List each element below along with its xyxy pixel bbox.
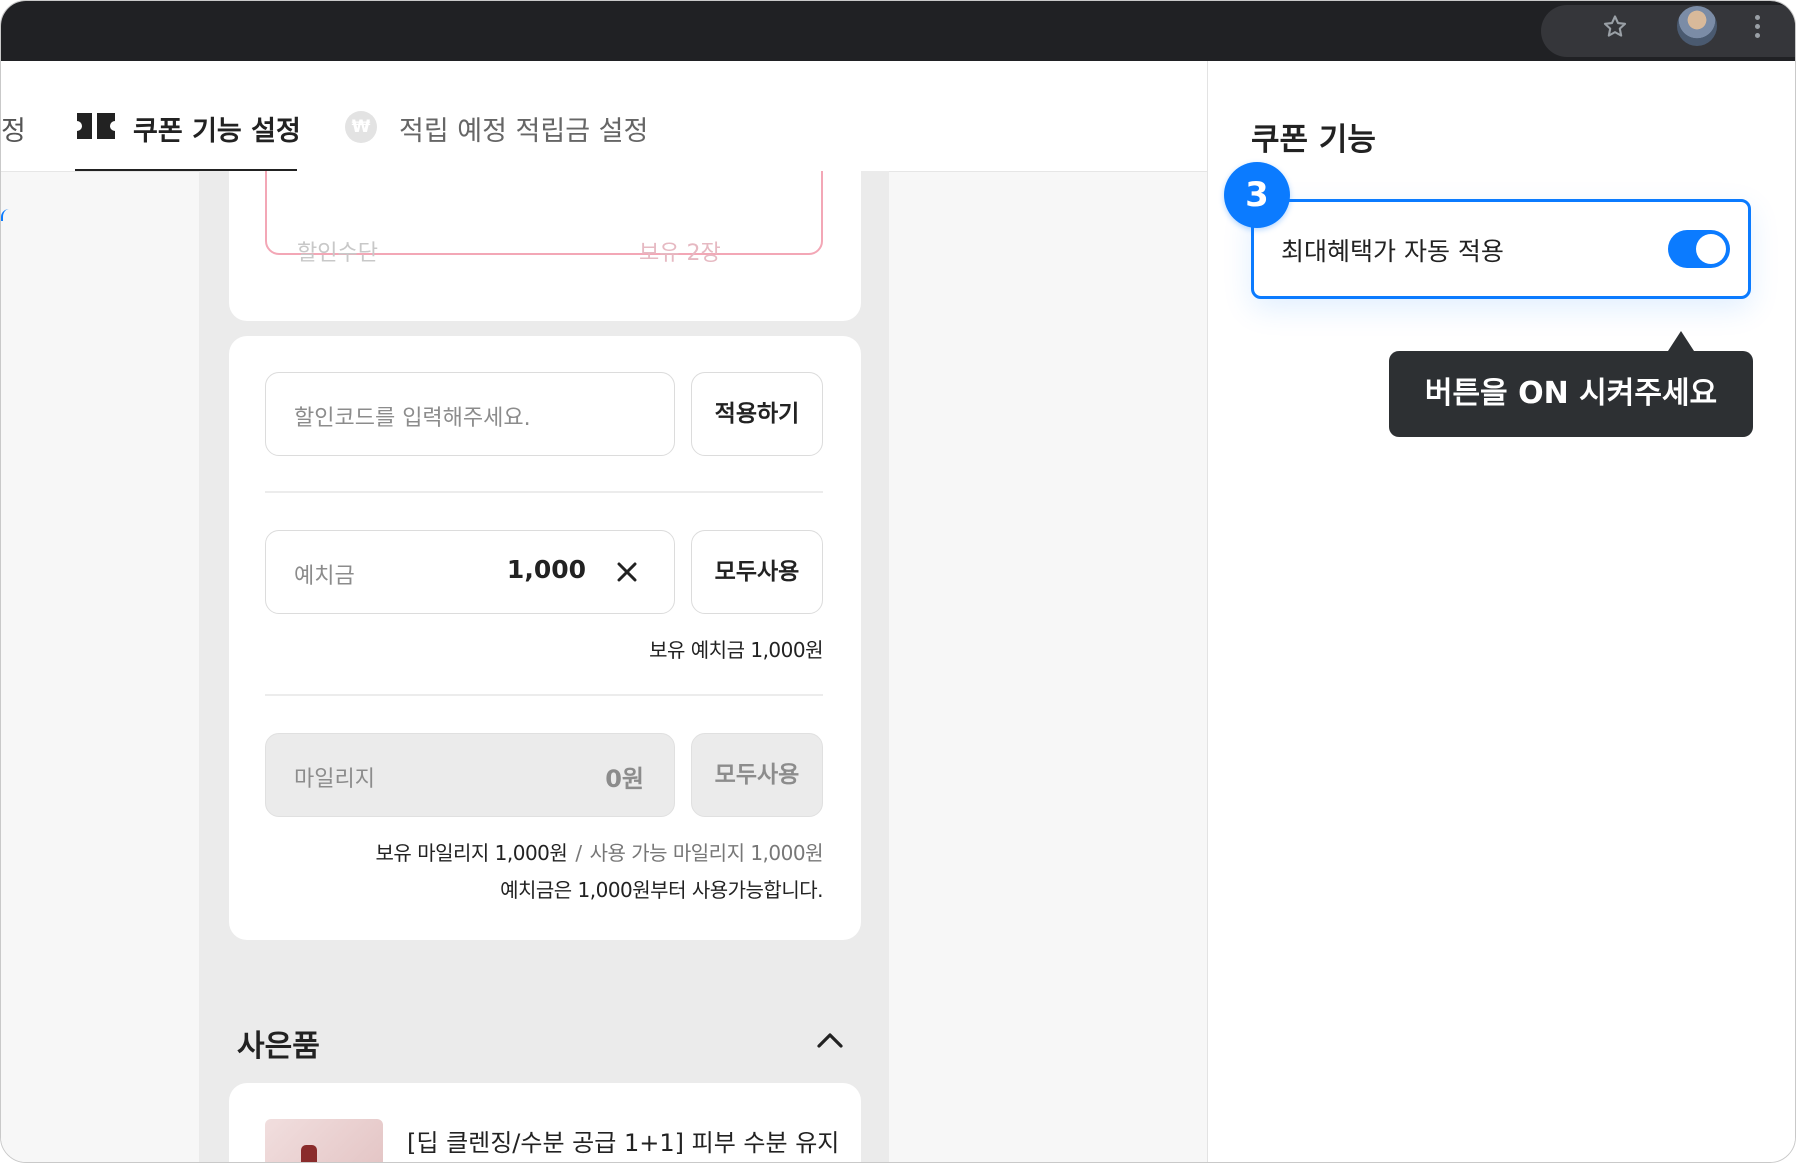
bookmark-star-icon[interactable] bbox=[1601, 13, 1629, 41]
payment-method-card: 할인수단 보유 2장 bbox=[229, 171, 861, 321]
coupon-feature-title: 쿠폰 기능 bbox=[1251, 122, 1376, 158]
mileage-min-note: 예치금은 1,000원부터 사용가능합니다. bbox=[500, 878, 823, 902]
guide-tooltip: 버튼을 ON 시켜주세요 bbox=[1389, 351, 1753, 437]
clear-icon[interactable] bbox=[616, 561, 638, 583]
auto-apply-toggle[interactable] bbox=[1668, 230, 1730, 268]
mileage-use-all-button[interactable]: 모두사용 bbox=[691, 733, 823, 817]
mileage-separator: / bbox=[575, 841, 582, 865]
payment-method-label: 할인수단 bbox=[297, 241, 378, 266]
mileage-value: 0원 bbox=[605, 765, 644, 793]
gift-item-card: [딥 클렌징/수분 공급 1+1] 피부 수분 유지 bbox=[229, 1083, 861, 1162]
tab-points-settings[interactable]: 적립 예정 적립금 설정 bbox=[399, 109, 648, 148]
mileage-label: 마일리지 bbox=[294, 767, 375, 792]
deposit-balance-note: 보유 예치금 1,000원 bbox=[649, 638, 823, 662]
step-number-badge: 3 bbox=[1224, 162, 1290, 228]
deposit-use-all-button[interactable]: 모두사용 bbox=[691, 530, 823, 614]
divider bbox=[265, 491, 823, 493]
chevron-up-icon[interactable] bbox=[815, 1026, 845, 1056]
gift-product-name: [딥 클렌징/수분 공급 1+1] 피부 수분 유지 bbox=[407, 1129, 840, 1157]
tooltip-arrow bbox=[1668, 331, 1694, 351]
browser-toolbar bbox=[1, 1, 1795, 61]
divider bbox=[265, 694, 823, 696]
mileage-input[interactable]: 마일리지 0원 bbox=[265, 733, 675, 817]
focus-indicator bbox=[1, 209, 9, 221]
profile-avatar[interactable] bbox=[1677, 6, 1717, 46]
discount-code-input[interactable]: 할인코드를 입력해주세요. bbox=[265, 372, 675, 456]
payment-method-count: 보유 2장 bbox=[639, 241, 721, 266]
apply-code-button[interactable]: 적용하기 bbox=[691, 372, 823, 456]
deposit-value: 1,000 bbox=[506, 555, 586, 584]
mileage-available: 사용 가능 마일리지 1,000원 bbox=[589, 841, 824, 865]
coupon-feature-panel: 쿠폰 기능 3 최대혜택가 자동 적용 버튼을 ON 시켜주세요 bbox=[1208, 61, 1795, 1162]
browser-window: 정 쿠폰 기능 설정 ₩ 적립 예정 적립금 설정 할인수단 보유 2장 할인코… bbox=[0, 0, 1796, 1163]
won-icon: ₩ bbox=[345, 111, 377, 143]
settings-preview-area: 정 쿠폰 기능 설정 ₩ 적립 예정 적립금 설정 할인수단 보유 2장 할인코… bbox=[1, 61, 1207, 1162]
deposit-input[interactable]: 예치금 1,000 bbox=[265, 530, 675, 614]
mileage-balance-note: 보유 마일리지 1,000원 / 사용 가능 마일리지 1,000원 bbox=[375, 837, 824, 866]
more-menu-icon[interactable] bbox=[1753, 15, 1761, 41]
auto-apply-setting: 최대혜택가 자동 적용 bbox=[1251, 199, 1751, 299]
auto-apply-label: 최대혜택가 자동 적용 bbox=[1281, 237, 1504, 266]
ticket-icon bbox=[77, 113, 115, 139]
tab-coupon-settings[interactable]: 쿠폰 기능 설정 bbox=[75, 61, 301, 171]
tab-coupon-label: 쿠폰 기능 설정 bbox=[133, 116, 301, 147]
mileage-held: 보유 마일리지 1,000원 bbox=[375, 841, 568, 865]
gift-product-thumbnail bbox=[265, 1119, 383, 1162]
gift-section-title: 사은품 bbox=[237, 1029, 320, 1064]
settings-tab-bar: 정 쿠폰 기능 설정 ₩ 적립 예정 적립금 설정 bbox=[1, 61, 1207, 172]
discount-code-placeholder: 할인코드를 입력해주세요. bbox=[294, 406, 531, 431]
toggle-knob bbox=[1696, 234, 1726, 264]
tab-partial-label[interactable]: 정 bbox=[1, 109, 26, 148]
discount-card: 할인코드를 입력해주세요. 적용하기 예치금 1,000 모두사용 보유 예치금… bbox=[229, 336, 861, 940]
deposit-label: 예치금 bbox=[294, 564, 355, 589]
